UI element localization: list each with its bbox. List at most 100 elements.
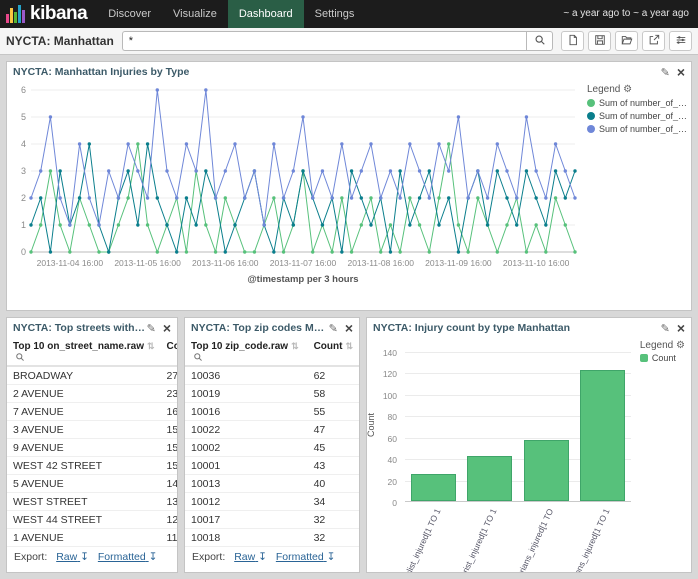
export-row: Export: Raw ↧ Formatted ↧: [185, 547, 359, 567]
nav-item-visualize[interactable]: Visualize: [162, 0, 228, 28]
legend-marker: [587, 125, 595, 133]
close-panel-icon[interactable]: ×: [163, 321, 171, 335]
legend-label: Sum of number_of_mo...: [599, 111, 691, 121]
panel-injury-count-by-type: NYCTA: Injury count by type Manhattan ✎ …: [366, 317, 692, 573]
table-row: 7 AVENUE16: [7, 403, 178, 421]
name-cell: 10019: [185, 385, 308, 403]
table-row: 1001234: [185, 493, 359, 511]
logo-text: kibana: [30, 0, 87, 28]
legend-label: Sum of number_of_pe...: [599, 124, 691, 134]
table-row: BROADWAY27: [7, 366, 178, 385]
count-cell: 13: [161, 493, 178, 511]
dashboard-grid: NYCTA: Manhattan Injuries by Type ✎ × 01…: [0, 55, 698, 579]
table-row: 1001958: [185, 385, 359, 403]
nav-item-discover[interactable]: Discover: [97, 0, 162, 28]
edit-panel-icon[interactable]: ✎: [329, 322, 338, 335]
name-cell: 10016: [185, 403, 308, 421]
nav-item-dashboard[interactable]: Dashboard: [228, 0, 304, 28]
name-cell: 7 AVENUE: [7, 403, 161, 421]
y-tick-label: 120: [383, 369, 397, 379]
svg-text:2013-11-05 16:00: 2013-11-05 16:00: [114, 258, 181, 268]
export-formatted-link[interactable]: Formatted ↧: [98, 551, 158, 563]
query-input[interactable]: [122, 31, 526, 51]
open-folder-icon: [621, 34, 633, 49]
name-cell: 3 AVENUE: [7, 421, 161, 439]
line-chart-legend: Legend ⚙ Sum of number_of_cy... Sum of nu…: [585, 82, 692, 293]
name-cell: 10017: [185, 511, 308, 529]
column-search-icon[interactable]: [193, 352, 203, 362]
bar-f_cyclist_injured[1 TO 1[interactable]: [411, 474, 456, 501]
kibana-logo[interactable]: kibana: [0, 0, 97, 28]
panel-title: NYCTA: Top zip codes Manhattan: [191, 322, 329, 334]
legend-label: Sum of number_of_cy...: [599, 98, 691, 108]
edit-panel-icon[interactable]: ✎: [147, 322, 156, 335]
edit-panel-icon[interactable]: ✎: [661, 322, 670, 335]
new-document-button[interactable]: [561, 31, 584, 51]
legend-title: Legend: [587, 84, 620, 95]
count-cell: 47: [308, 421, 359, 439]
time-picker[interactable]: ~ a year ago to ~ a year ago: [554, 0, 698, 28]
column-header-count[interactable]: Count⇅: [308, 338, 359, 366]
table-row: 9 AVENUE15: [7, 439, 178, 457]
panel-title: NYCTA: Injury count by type Manhattan: [373, 322, 661, 334]
download-icon: ↧: [327, 551, 336, 563]
name-cell: 5 AVENUE: [7, 475, 161, 493]
download-icon: ↧: [149, 551, 158, 563]
column-header-street[interactable]: Top 10 on_street_name.raw⇅: [7, 338, 161, 366]
svg-text:4: 4: [21, 139, 26, 149]
count-cell: 32: [308, 529, 359, 547]
kibana-logo-bars-icon: [6, 5, 25, 23]
export-raw-link[interactable]: Raw ↧: [234, 551, 267, 563]
filter-icon: [675, 34, 687, 49]
kibana-app: kibana DiscoverVisualizeDashboardSetting…: [0, 0, 698, 579]
open-folder-button[interactable]: [615, 31, 638, 51]
table-row: 1001732: [185, 511, 359, 529]
edit-panel-icon[interactable]: ✎: [661, 66, 670, 79]
count-cell: 62: [308, 366, 359, 385]
save-button[interactable]: [588, 31, 611, 51]
name-cell: 1 AVENUE: [7, 529, 161, 547]
nav-item-settings[interactable]: Settings: [304, 0, 366, 28]
column-header-count[interactable]: Count⇅: [161, 338, 178, 366]
bar-pedestrians_injured[1 TO[interactable]: [524, 440, 569, 501]
bar-motorist_injured[1 TO 1[interactable]: [467, 456, 512, 501]
x-tick-label: motorist_injured[1 TO 1: [452, 507, 498, 573]
close-panel-icon[interactable]: ×: [345, 321, 353, 335]
streets-table: Top 10 on_street_name.raw⇅ Count⇅ BROADW…: [7, 338, 178, 547]
panel-top-zip-codes: NYCTA: Top zip codes Manhattan ✎ × Top 1…: [184, 317, 360, 573]
count-cell: 14: [161, 475, 178, 493]
filter-button[interactable]: [669, 31, 692, 51]
toolbar-icons: [561, 31, 692, 51]
column-header-zip[interactable]: Top 10 zip_code.raw⇅: [185, 338, 308, 366]
name-cell: WEST STREET: [7, 493, 161, 511]
close-panel-icon[interactable]: ×: [677, 321, 685, 335]
name-cell: 10012: [185, 493, 308, 511]
query-bar: [122, 31, 553, 51]
count-cell: 15: [161, 457, 178, 475]
search-icon: [534, 34, 546, 49]
name-cell: BROADWAY: [7, 366, 161, 385]
count-cell: 55: [308, 403, 359, 421]
legend-item[interactable]: Sum of number_of_pe...: [587, 124, 691, 134]
table-row: 1002247: [185, 421, 359, 439]
injury-bar-chart: Count 020406080100120140 f_cyclist_injur…: [367, 340, 691, 566]
search-button[interactable]: [526, 31, 553, 51]
export-raw-link[interactable]: Raw ↧: [56, 551, 89, 563]
sort-icon: ⇅: [147, 341, 155, 351]
export-label: Export:: [14, 551, 47, 563]
close-panel-icon[interactable]: ×: [677, 65, 685, 79]
count-cell: 40: [308, 475, 359, 493]
export-formatted-link[interactable]: Formatted ↧: [276, 551, 336, 563]
name-cell: 2 AVENUE: [7, 385, 161, 403]
share-button[interactable]: [642, 31, 665, 51]
count-cell: 16: [161, 403, 178, 421]
legend-item[interactable]: Sum of number_of_cy...: [587, 98, 691, 108]
legend-item[interactable]: Sum of number_of_mo...: [587, 111, 691, 121]
table-row: 3 AVENUE15: [7, 421, 178, 439]
svg-text:2013-11-08 16:00: 2013-11-08 16:00: [347, 258, 414, 268]
column-search-icon[interactable]: [15, 352, 25, 362]
bar-persons_injured[1 TO 1[interactable]: [580, 370, 625, 501]
new-document-icon: [567, 34, 579, 49]
legend-gear-icon[interactable]: ⚙: [623, 84, 632, 95]
count-cell: 34: [308, 493, 359, 511]
